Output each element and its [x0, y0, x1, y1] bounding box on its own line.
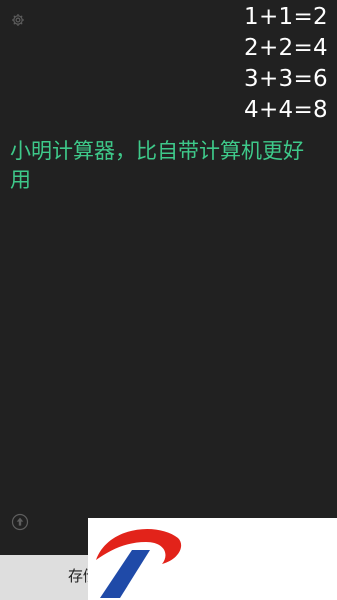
arrow-up-circle-icon	[11, 513, 29, 531]
red-blue-swoosh-logo	[96, 528, 182, 598]
upload-button[interactable]	[11, 513, 29, 531]
watermark-logo	[88, 518, 337, 600]
history-entry: 2+2=4	[244, 35, 328, 61]
history-entry: 1+1=2	[244, 4, 328, 30]
settings-button[interactable]	[9, 11, 27, 29]
history-entry: 4+4=8	[244, 97, 328, 123]
history-list: 1+1=2 2+2=4 3+3=6 4+4=8	[244, 2, 328, 126]
gear-icon	[12, 14, 24, 26]
history-entry: 3+3=6	[244, 66, 328, 92]
calculator-screen: 1+1=2 2+2=4 3+3=6 4+4=8 小明计算器，比自带计算机更好用 …	[0, 0, 337, 600]
current-expression: 小明计算器，比自带计算机更好用	[10, 139, 304, 192]
